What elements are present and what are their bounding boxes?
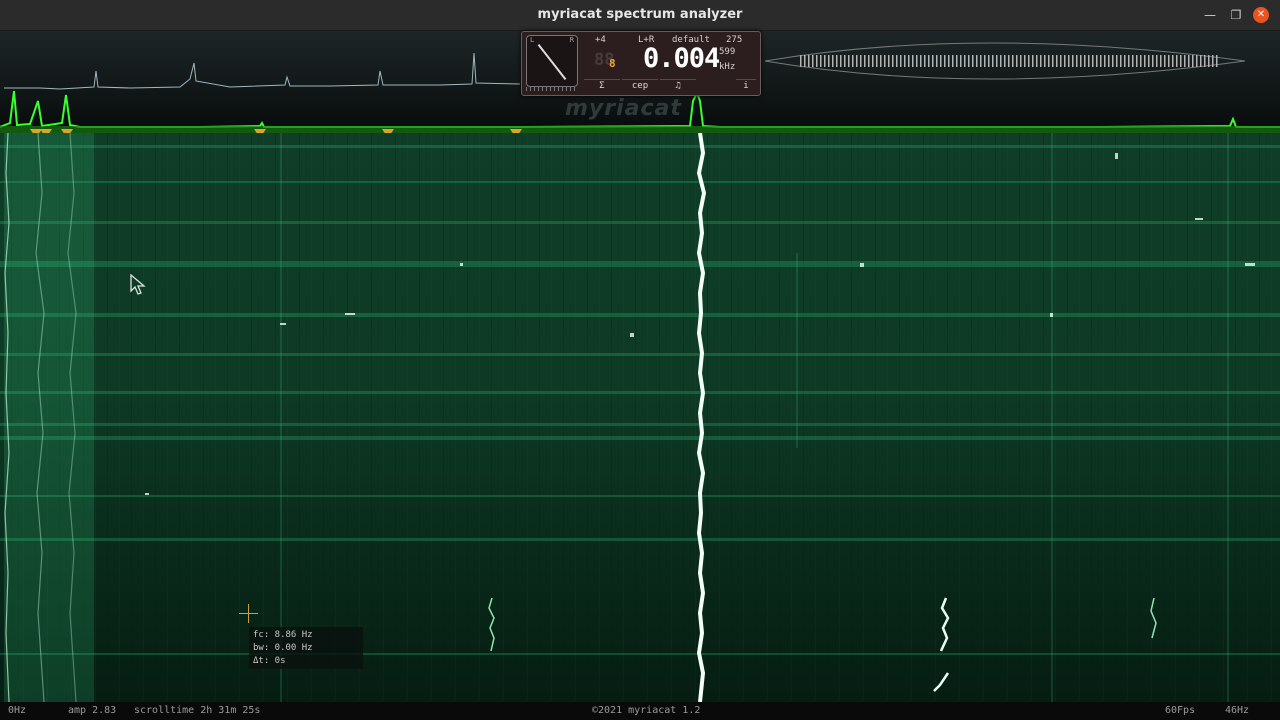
restore-icon[interactable]: ❐ [1228,7,1244,23]
mouse-pointer-icon [130,274,146,295]
title-bar: myriacat spectrum analyzer — ❐ ✕ [0,0,1280,31]
cepstrum-button[interactable]: cep [622,79,658,92]
scrolltime-label: scrolltime 2h 31m 25s [134,705,261,716]
minimize-icon[interactable]: — [1202,7,1218,23]
frequency-readout: 0.004 [643,43,720,74]
low-freq-noise [4,133,94,702]
time-delta: Δt: 0s [253,656,286,666]
copyright-label: ©2021 myriacat 1.2 [592,705,701,716]
window-title: myriacat spectrum analyzer [537,7,743,22]
sigma-button[interactable]: Σ [584,79,620,92]
octave-value: 8 [609,57,616,70]
level-dial: L R [526,35,578,87]
max-frequency-label: 46Hz [1225,705,1250,716]
count-value: 275 [726,35,743,45]
amplitude-label: amp 2.83 [68,705,117,716]
dial-right-label: R [569,36,574,44]
info-button[interactable]: i [736,79,756,92]
logo-watermark: myriacat [565,96,682,121]
crosshair-vertical[interactable] [248,604,249,623]
spectrogram-traces [0,133,1280,702]
music-note-button[interactable]: ♫ [660,79,696,92]
dial-left-label: L [530,36,535,44]
measurement-readout: fc: 8.86 Hz bw: 0.00 Hz Δt: 0s [249,627,363,669]
frequency-meter-panel: L R +4 L+R default 275 88 8 0.004 599 kH… [521,31,761,96]
frequency-unit: kHz [719,62,736,72]
average-spectrum-line [4,52,521,90]
bandwidth: bw: 0.00 Hz [253,643,313,653]
waveform [764,42,1246,80]
fps-label: 60Fps [1165,705,1196,716]
center-frequency: fc: 8.86 Hz [253,630,313,640]
dial-needle [537,44,567,80]
aux-value: 599 [719,47,736,57]
horizontal-bands [0,145,1280,655]
dominant-frequency-trace [696,133,707,702]
status-bar: 0Hz amp 2.83 scrolltime 2h 31m 25s ©2021… [0,702,1280,720]
close-icon[interactable]: ✕ [1253,7,1269,23]
meter-scale [526,87,576,91]
offset-value: +4 [595,35,606,45]
min-frequency-label: 0Hz [8,705,27,716]
